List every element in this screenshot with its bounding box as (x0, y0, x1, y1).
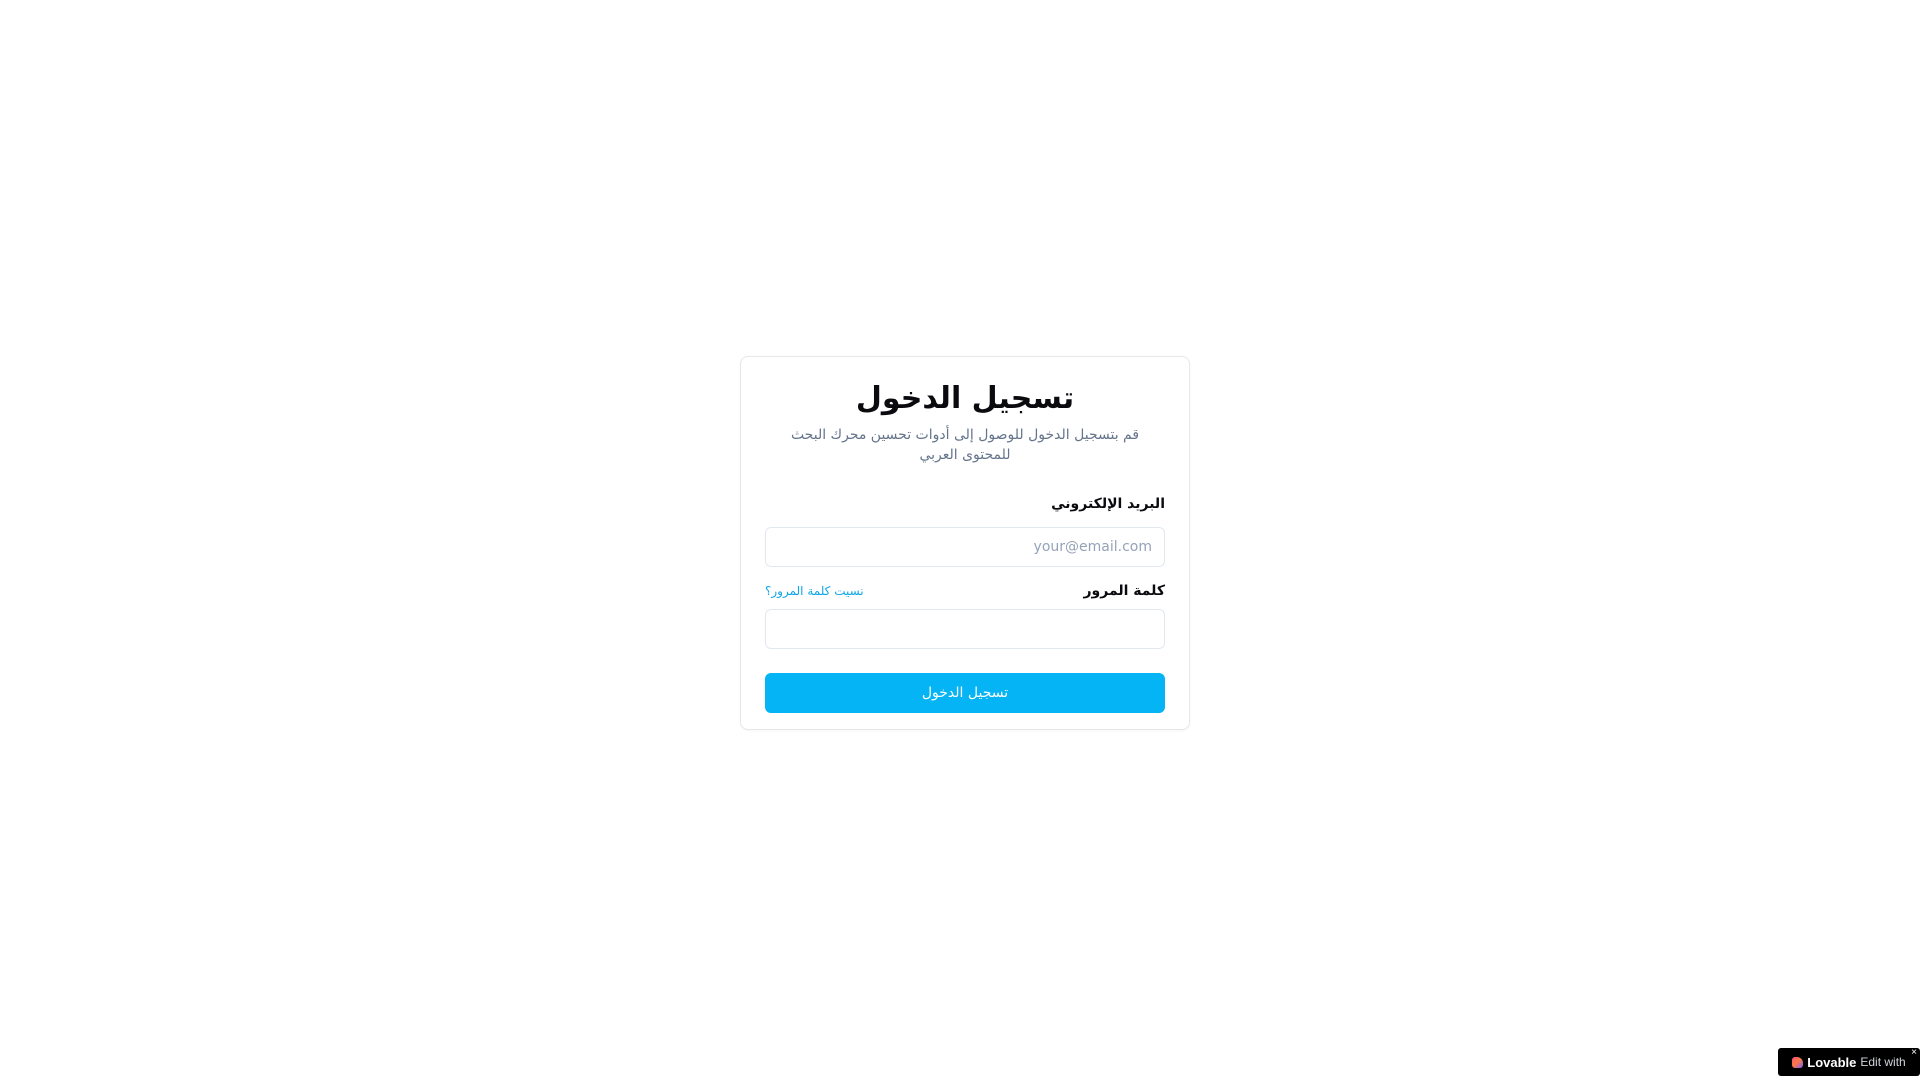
page: تسجيل الدخول قم بتسجيل الدخول للوصول إلى… (0, 0, 1920, 1080)
edit-with-lovable-badge[interactable]: Lovable Edit with × (1778, 1047, 1920, 1076)
login-card: تسجيل الدخول قم بتسجيل الدخول للوصول إلى… (740, 356, 1190, 730)
lovable-heart-icon (1792, 1056, 1804, 1068)
email-label-row: البريد الإلكتروني (765, 493, 1165, 513)
page-subtitle: قم بتسجيل الدخول للوصول إلى أدوات تحسين … (790, 427, 1140, 463)
page-title: تسجيل الدخول (855, 381, 1075, 416)
close-icon[interactable]: × (1911, 1047, 1917, 1059)
login-button[interactable]: تسجيل الدخول (765, 673, 1165, 713)
password-label-row: كلمة المرور نسيت كلمة المرور؟ (765, 581, 1165, 601)
password-field[interactable] (765, 609, 1165, 649)
forgot-password-link[interactable]: نسيت كلمة المرور؟ (765, 584, 864, 598)
email-label: البريد الإلكتروني (1051, 496, 1165, 512)
password-label: كلمة المرور (1083, 583, 1165, 599)
badge-edit-text: Edit with (1860, 1055, 1906, 1069)
badge-brand: Lovable (1807, 1054, 1857, 1070)
email-field[interactable] (765, 527, 1165, 567)
